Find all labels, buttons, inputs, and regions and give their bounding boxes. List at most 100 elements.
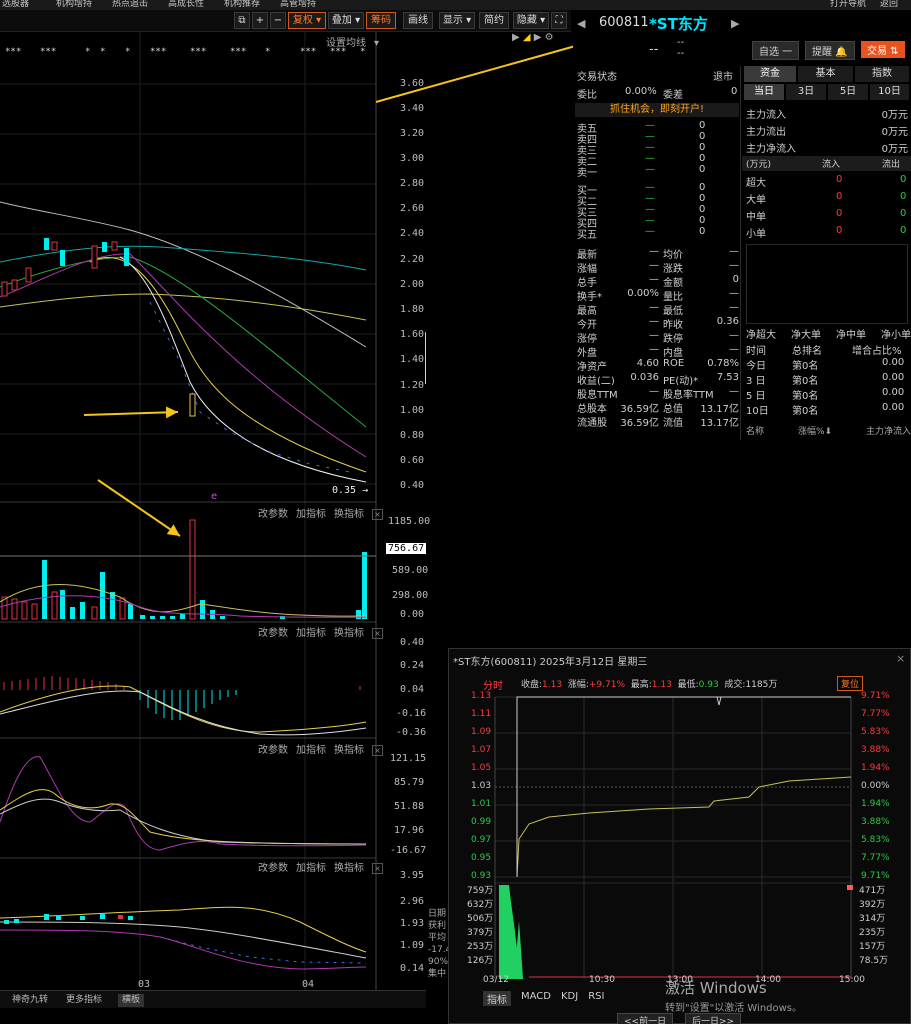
stat-label: 昨收 xyxy=(663,320,683,331)
intraday-popup[interactable]: *ST东方(600811) 2025年3月12日 星期三 × 分时 收盘:1.1… xyxy=(448,648,911,1024)
popup-pct-tick: 1.94% xyxy=(861,799,890,809)
draw-line-button[interactable]: 画线 xyxy=(403,12,433,29)
order-book: 卖五 —0 卖四 —0 卖三 —0 卖二 —0 卖一 —0 买一 —0 买二 —0 买三 —0 买四 —0 买五 —0 xyxy=(573,120,741,242)
fund-row-out: 0 xyxy=(900,208,907,219)
fund-row-label: 小单 xyxy=(746,229,766,240)
prev-day-button[interactable]: <<前一日 xyxy=(617,1013,674,1024)
tab-macd[interactable]: MACD xyxy=(521,991,551,1006)
menu-item[interactable]: 机构增持 xyxy=(56,0,92,9)
next-stock-icon[interactable]: ▶ xyxy=(731,17,739,30)
stat-value: 0.036 xyxy=(630,372,659,383)
tab-kdj[interactable]: KDJ xyxy=(561,991,578,1006)
flow-label: 主力流出 xyxy=(746,127,786,138)
add-indicator-button[interactable]: 加指标 xyxy=(296,863,326,874)
chips-button[interactable]: 筹码 xyxy=(366,12,396,29)
edit-params-button[interactable]: 改参数 xyxy=(258,628,288,639)
stat-label: 最高 xyxy=(577,306,597,317)
stat-label: 涨跌 xyxy=(663,264,683,275)
popup-vol-tick: 157万 xyxy=(859,942,886,952)
tab-shenqi[interactable]: 神奇九转 xyxy=(12,994,48,1007)
intraday-chart[interactable] xyxy=(449,689,911,989)
menu-item[interactable]: 打开导航 xyxy=(830,0,866,9)
stat-label: 内盘 xyxy=(663,348,683,359)
close-icon[interactable]: × xyxy=(896,652,905,665)
menu-item[interactable]: 选股器 xyxy=(2,0,29,9)
popup-price-tick: 1.11 xyxy=(471,709,492,719)
stat-value: — xyxy=(729,246,739,257)
fuquan-button[interactable]: 复权 ▾ xyxy=(288,12,326,29)
add-indicator-button[interactable]: 加指标 xyxy=(296,628,326,639)
tab-horizontal[interactable]: 横板 xyxy=(118,994,145,1007)
period-today[interactable]: 当日 xyxy=(744,84,785,100)
stats-table: 最新 — 涨幅 — 总手 — 换手* 0.00% 最高 — 今开 — 涨停 — 外盘 — 净资产 4.60 收益(二… xyxy=(573,246,741,436)
menu-item[interactable]: 高管增持 xyxy=(280,0,316,9)
weibi-label: 委比 xyxy=(577,90,597,101)
menu-item[interactable]: 高成长性 xyxy=(168,0,204,9)
switch-indicator-button[interactable]: 换指标 xyxy=(334,745,364,756)
popup-price-tick: 0.97 xyxy=(471,835,492,845)
popup-vol-tick: 253万 xyxy=(467,942,494,952)
tab-index[interactable]: 指数 xyxy=(855,66,910,82)
buy-level-price: — xyxy=(645,193,655,204)
plus-icon[interactable]: + xyxy=(252,12,268,29)
close-icon[interactable]: × xyxy=(372,628,383,639)
period-10d[interactable]: 10日 xyxy=(870,84,910,100)
copy-icon[interactable]: ⧉ xyxy=(234,12,250,29)
open-account-banner[interactable]: 抓住机会，即刻开户! xyxy=(575,103,739,117)
hide-button[interactable]: 隐藏 ▾ xyxy=(513,12,549,29)
period-3d[interactable]: 3日 xyxy=(786,84,827,100)
stock-code: 600811 xyxy=(599,15,649,30)
bottom-tick: 2.96 xyxy=(400,896,425,907)
period-5d[interactable]: 5日 xyxy=(828,84,869,100)
fund-header-cell: 流出 xyxy=(882,160,901,170)
kdj-subbar: 改参数 加指标 换指标 × xyxy=(258,741,391,756)
menu-item[interactable]: 机构推荐 xyxy=(224,0,260,9)
close-icon[interactable]: × xyxy=(372,745,383,756)
volume-tick: 1185.00 xyxy=(388,516,431,527)
tab-indicator[interactable]: 指标 xyxy=(483,991,511,1006)
edit-params-button[interactable]: 改参数 xyxy=(258,509,288,520)
popup-pct-tick: 7.77% xyxy=(861,853,890,863)
menu-item[interactable]: 热点追击 xyxy=(112,0,148,9)
tab-fund[interactable]: 资金 xyxy=(744,66,797,82)
edit-params-button[interactable]: 改参数 xyxy=(258,863,288,874)
weibi-value: 0.00% xyxy=(625,86,657,97)
close-icon[interactable]: × xyxy=(372,509,383,520)
add-indicator-button[interactable]: 加指标 xyxy=(296,509,326,520)
prev-stock-icon[interactable]: ◀ xyxy=(577,17,585,30)
kdj-tick: 85.79 xyxy=(394,777,425,788)
trade-button[interactable]: 交易 ⇅ xyxy=(861,41,905,58)
chart-nav-icons[interactable]: ▶ ◢ ▶ ⚙ xyxy=(512,32,572,44)
close-icon[interactable]: × xyxy=(372,863,383,874)
watchlist-button[interactable]: 自选 一 xyxy=(752,41,800,60)
overlay-button[interactable]: 叠加 ▾ xyxy=(328,12,364,29)
stat-label: 最新 xyxy=(577,250,597,261)
candles xyxy=(1,238,196,417)
switch-indicator-button[interactable]: 换指标 xyxy=(334,628,364,639)
menu-item[interactable]: 返回 xyxy=(880,0,898,9)
ma-settings[interactable]: 设置均线 ▾ xyxy=(326,34,379,49)
display-button[interactable]: 显示 ▾ xyxy=(439,12,475,29)
volume-tick: 589.00 xyxy=(392,565,429,576)
popup-pct-tick: 3.88% xyxy=(861,817,890,827)
stat-value: 0.00% xyxy=(627,288,659,299)
tab-rsi[interactable]: RSI xyxy=(588,991,604,1006)
stock-price: -- xyxy=(649,42,659,57)
switch-indicator-button[interactable]: 换指标 xyxy=(334,509,364,520)
tab-more-indicators[interactable]: 更多指标 xyxy=(66,994,102,1007)
switch-indicator-button[interactable]: 换指标 xyxy=(334,863,364,874)
edit-params-button[interactable]: 改参数 xyxy=(258,745,288,756)
windows-watermark-sub: 转到"设置"以激活 Windows。 xyxy=(665,1003,803,1014)
stat-value: 0.78% xyxy=(707,358,739,369)
popup-pct-tick: 0.00% xyxy=(861,781,890,791)
popup-price-tick: 1.09 xyxy=(471,727,492,737)
fullscreen-icon[interactable]: ⛶ xyxy=(551,12,567,29)
add-indicator-button[interactable]: 加指标 xyxy=(296,745,326,756)
minus-icon[interactable]: − xyxy=(270,12,286,29)
alert-button[interactable]: 提醒 🔔 xyxy=(805,41,855,60)
next-day-button[interactable]: 后一日>> xyxy=(685,1013,742,1024)
sell-level-price: — xyxy=(645,164,655,175)
simple-button[interactable]: 简约 xyxy=(479,12,509,29)
tab-basic[interactable]: 基本 xyxy=(798,66,854,82)
stat-value: — xyxy=(649,274,659,285)
